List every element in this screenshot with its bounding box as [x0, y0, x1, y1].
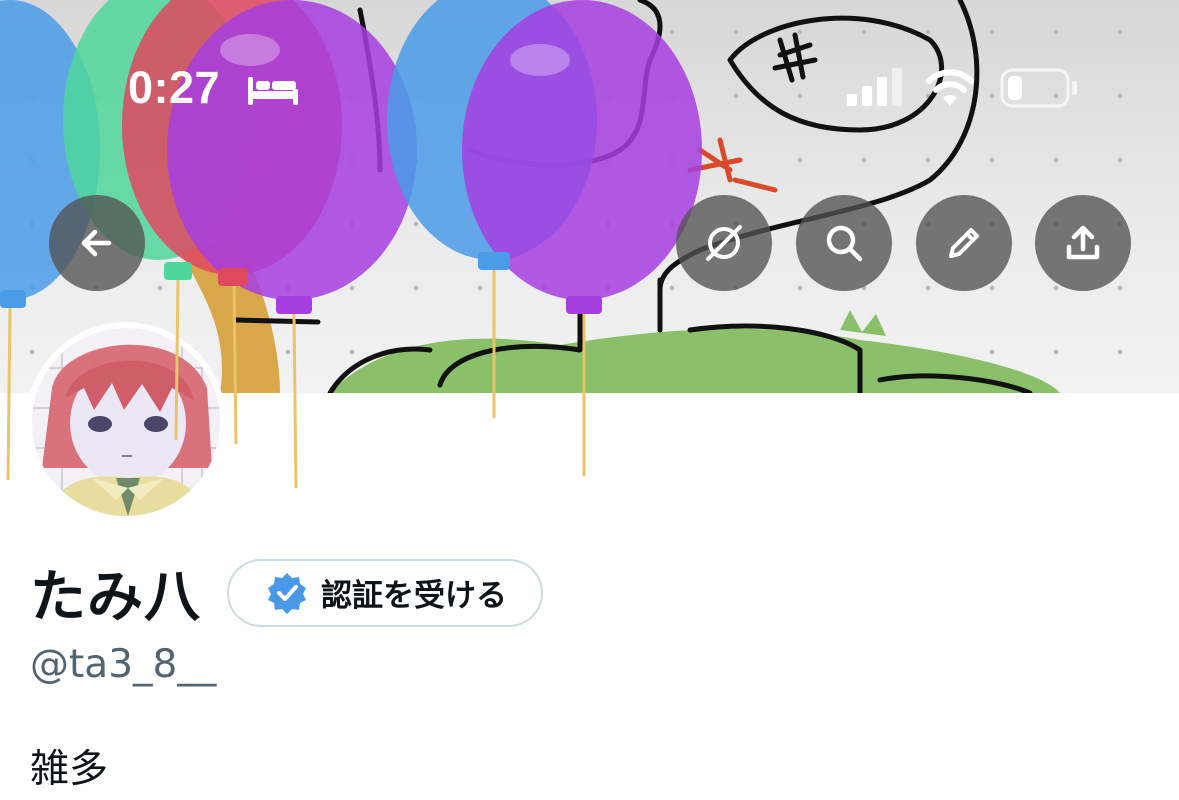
cellular-signal-icon	[847, 68, 902, 106]
back-button[interactable]	[49, 195, 145, 291]
search-button[interactable]	[796, 195, 892, 291]
bed-icon	[248, 77, 298, 105]
status-time: 0:27	[128, 62, 221, 113]
avatar[interactable]	[26, 322, 226, 522]
profile-bio: 雑多	[30, 747, 109, 792]
battery-low-icon	[1000, 68, 1077, 108]
share-icon	[1066, 225, 1100, 260]
verified-badge-icon	[268, 572, 306, 614]
user-handle: @ta3_8__	[30, 642, 217, 687]
name-row: たみ八 認証を受ける	[30, 552, 543, 633]
wifi-icon	[926, 69, 974, 106]
edit-button[interactable]	[916, 195, 1012, 291]
get-verified-label: 認証を受ける	[321, 578, 507, 614]
get-verified-button[interactable]: 認証を受ける	[227, 558, 543, 627]
arrow-left-icon	[81, 229, 112, 257]
display-name: たみ八	[30, 565, 201, 630]
pencil-icon	[949, 228, 979, 258]
avatar-image	[32, 328, 220, 516]
status-bar: 0:27	[0, 0, 1179, 130]
circle-slash-icon	[706, 225, 742, 261]
search-icon	[826, 225, 863, 262]
share-button[interactable]	[1035, 195, 1131, 291]
grok-circle-button[interactable]	[676, 195, 772, 291]
